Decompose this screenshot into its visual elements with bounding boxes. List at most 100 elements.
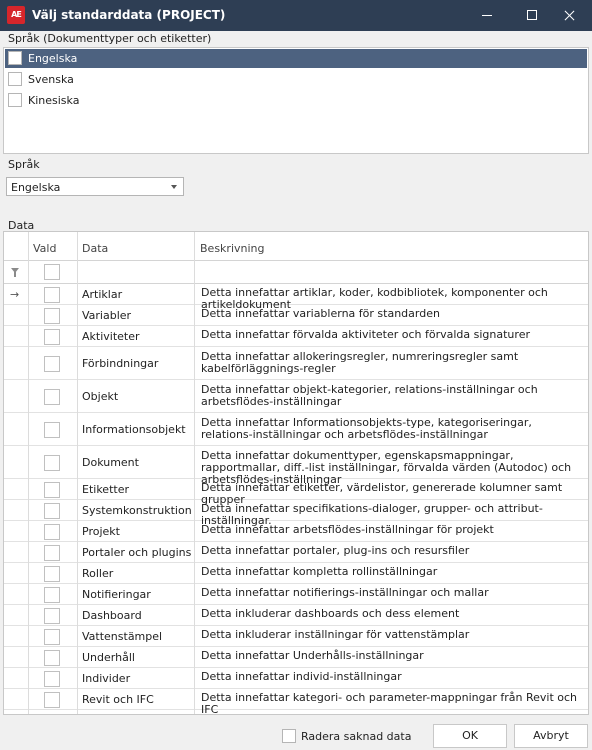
filter-icon xyxy=(11,268,19,277)
languages-label: Språk (Dokumenttyper och etiketter) xyxy=(8,32,212,45)
column-header-beskrivning[interactable]: Beskrivning xyxy=(200,242,265,255)
language-checkbox[interactable] xyxy=(8,72,22,86)
language-select[interactable]: Engelska xyxy=(6,177,184,196)
table-row[interactable]: Variabler Detta innefattar variablerna fö… xyxy=(4,305,588,326)
title-bar: AE Välj standarddata (PROJECT) xyxy=(0,0,592,31)
language-item-engelska[interactable]: Engelska xyxy=(5,49,587,68)
row-checkbox[interactable] xyxy=(44,287,60,303)
row-checkbox[interactable] xyxy=(44,503,60,519)
column-header-data[interactable]: Data xyxy=(82,242,108,255)
filter-checkbox[interactable] xyxy=(44,264,60,280)
row-data-name: Etiketter xyxy=(82,483,129,496)
row-data-name: Dokument xyxy=(82,456,139,469)
row-checkbox[interactable] xyxy=(44,650,60,666)
row-data-name: Artiklar xyxy=(82,288,123,301)
dialog-body: Språk (Dokumenttyper och etiketter) Enge… xyxy=(0,31,592,750)
app-logo-icon: AE xyxy=(7,6,25,24)
row-checkbox[interactable] xyxy=(44,455,60,471)
filter-row xyxy=(4,261,588,284)
row-checkbox[interactable] xyxy=(44,692,60,708)
column-divider xyxy=(194,232,195,714)
row-data-name: Revit och IFC xyxy=(82,693,154,706)
table-row[interactable]: Dashboard Detta inkluderar dashboards och… xyxy=(4,605,588,626)
row-checkbox[interactable] xyxy=(44,422,60,438)
row-description: Detta innefattar notifierings-inställnin… xyxy=(201,586,489,599)
grid-header: Vald Data Beskrivning xyxy=(4,232,588,261)
table-row[interactable]: → Artiklar Detta innefattar artiklar, kode… xyxy=(4,284,588,311)
row-description: Detta innefattar kompletta rollinställni… xyxy=(201,565,438,578)
data-grid: Vald Data Beskrivning → Artiklar Detta inn… xyxy=(3,231,589,716)
table-row[interactable]: Projekt Detta innefattar arbetsflödes-ins… xyxy=(4,521,588,542)
row-data-name: Dashboard xyxy=(82,609,142,622)
row-description: Detta inkluderar inställningar för vatte… xyxy=(201,628,470,641)
table-row[interactable]: Informationsobjekt Detta innefattar Infor… xyxy=(4,413,588,446)
table-row[interactable]: Underhåll Detta innefattar Underhålls-ins… xyxy=(4,647,588,668)
language-item-kinesiska[interactable]: Kinesiska xyxy=(5,91,587,110)
row-checkbox[interactable] xyxy=(44,671,60,687)
row-data-name: Informationsobjekt xyxy=(82,423,186,436)
window-title: Välj standarddata (PROJECT) xyxy=(32,8,226,22)
row-checkbox[interactable] xyxy=(44,389,60,405)
row-checkbox[interactable] xyxy=(44,587,60,603)
language-label: Kinesiska xyxy=(28,94,80,107)
language-select-label: Språk xyxy=(8,158,40,171)
remove-missing-checkbox[interactable] xyxy=(282,729,296,743)
language-item-svenska[interactable]: Svenska xyxy=(5,70,587,89)
language-checkbox[interactable] xyxy=(8,93,22,107)
row-description: Detta innefattar individ-inställningar xyxy=(201,670,402,683)
table-row[interactable]: Portaler och plugins Detta innefattar por… xyxy=(4,542,588,563)
row-checkbox[interactable] xyxy=(44,308,60,324)
column-header-vald[interactable]: Vald xyxy=(33,242,56,255)
row-description: Detta innefattar Underhålls-inställninga… xyxy=(201,649,424,662)
row-checkbox[interactable] xyxy=(44,524,60,540)
row-checkbox[interactable] xyxy=(44,608,60,624)
row-data-name: Portaler och plugins xyxy=(82,546,192,559)
language-label: Engelska xyxy=(28,52,78,65)
row-description: Detta innefattar arbetsflödes-inställnin… xyxy=(201,523,494,536)
row-checkbox[interactable] xyxy=(44,566,60,582)
row-data-name: Roller xyxy=(82,567,114,580)
row-data-name: Vattenstämpel xyxy=(82,630,163,643)
language-label: Svenska xyxy=(28,73,74,86)
table-row[interactable]: Förbindningar Detta innefattar allokering… xyxy=(4,347,588,380)
table-row[interactable]: Objekt Detta innefattar objekt-kategorier… xyxy=(4,380,588,413)
row-data-name: Variabler xyxy=(82,309,132,322)
row-checkbox[interactable] xyxy=(44,482,60,498)
current-row-arrow-icon: → xyxy=(10,288,20,301)
row-description: Detta innefattar variablerna för standar… xyxy=(201,307,440,320)
row-description: Detta inkluderar dashboards och dess ele… xyxy=(201,607,460,620)
remove-missing-label: Radera saknad data xyxy=(301,730,412,743)
row-checkbox[interactable] xyxy=(44,356,60,372)
row-data-name: Projekt xyxy=(82,525,120,538)
language-select-value: Engelska xyxy=(11,181,61,194)
cancel-button[interactable]: Avbryt xyxy=(514,724,588,748)
row-description: Detta innefattar objekt-kategorier, rela… xyxy=(201,383,538,408)
language-checkbox[interactable] xyxy=(8,51,22,65)
close-icon[interactable] xyxy=(546,0,592,31)
table-row[interactable]: Aktiviteter Detta innefattar förvalda akt… xyxy=(4,326,588,347)
table-row[interactable]: Vattenstämpel Detta inkluderar inställnin… xyxy=(4,626,588,647)
column-divider xyxy=(28,232,29,714)
minimize-icon[interactable] xyxy=(464,0,510,31)
row-description: Detta innefattar kategori- och parameter… xyxy=(201,691,578,716)
table-row[interactable]: Revit och IFC Detta innefattar kategori- … xyxy=(4,689,588,716)
table-row[interactable]: Systemkonstruktion Detta innefattar speci… xyxy=(4,500,588,527)
table-row[interactable]: Dokument Detta innefattar dokumenttyper, … xyxy=(4,446,588,486)
row-data-name: Underhåll xyxy=(82,651,135,664)
row-checkbox[interactable] xyxy=(44,629,60,645)
table-row[interactable]: Roller Detta innefattar kompletta rollins… xyxy=(4,563,588,584)
row-data-name: Individer xyxy=(82,672,131,685)
row-data-name: Aktiviteter xyxy=(82,330,140,343)
row-checkbox[interactable] xyxy=(44,545,60,561)
chevron-down-icon[interactable] xyxy=(167,179,181,194)
row-data-name: Systemkonstruktion xyxy=(82,504,192,517)
row-data-name: Förbindningar xyxy=(82,357,159,370)
ok-button[interactable]: OK xyxy=(433,724,507,748)
table-row[interactable]: Individer Detta innefattar individ-instäl… xyxy=(4,668,588,689)
row-data-name: Objekt xyxy=(82,390,119,403)
row-description: Detta innefattar förvalda aktiviteter oc… xyxy=(201,328,530,341)
row-checkbox[interactable] xyxy=(44,329,60,345)
table-row[interactable]: Etiketter Detta innefattar etiketter, vär… xyxy=(4,479,588,506)
column-divider xyxy=(77,232,78,714)
table-row[interactable]: Notifieringar Detta innefattar notifierin… xyxy=(4,584,588,605)
